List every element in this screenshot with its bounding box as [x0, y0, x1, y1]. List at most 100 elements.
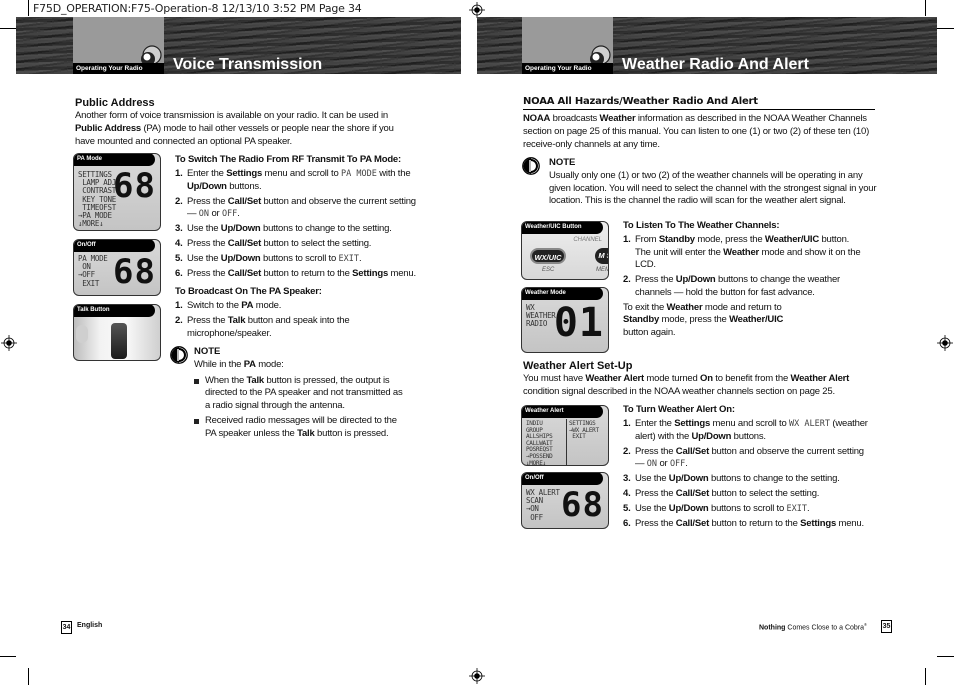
panel-label: On/Off: [74, 240, 155, 252]
text-run: Use the: [187, 223, 221, 234]
crop-mark: [937, 28, 954, 29]
bold-term: Call/Set: [675, 445, 710, 457]
text-run: You must have: [523, 373, 586, 384]
note-intro: While in the PA mode:: [194, 359, 404, 372]
bold-term: Weather: [666, 301, 703, 313]
text-run: Enter the: [635, 418, 675, 429]
lcd-panel-on-off: On/Off PA MODE ON →OFF EXIT 68: [73, 239, 161, 296]
note-weather: NOTE Usually only one (1) or two (2) of …: [522, 157, 877, 212]
bullet-item: Received radio messages will be directed…: [194, 415, 404, 440]
crop-mark: [925, 668, 926, 685]
step-number: 2.: [623, 445, 631, 457]
step-number: 3.: [175, 223, 183, 234]
bold-term: Up/Down: [187, 180, 227, 192]
text-run: Use the: [635, 473, 669, 484]
text-run: mode.: [253, 300, 282, 311]
switch-pa-steps: 1. Enter the Settings menu and scroll to …: [175, 168, 425, 281]
text-run: From: [635, 234, 659, 245]
registration-mark-icon: [469, 2, 485, 18]
bold-term: Call/Set: [227, 195, 262, 207]
text-run: .: [359, 253, 362, 264]
page-number: 34: [61, 621, 72, 634]
crop-mark: [937, 656, 954, 657]
step-item: 6. Press the Call/Set button to return to…: [175, 268, 425, 281]
text-run: buttons.: [731, 430, 766, 442]
page-title: Weather Radio And Alert: [622, 56, 809, 73]
bold-term: On: [700, 373, 713, 384]
lcd-menu-right: SETTINGS →WX ALERT EXIT: [569, 420, 599, 441]
step-number: 2.: [623, 274, 631, 285]
registered-mark: ®: [864, 622, 867, 627]
text-run: with the: [376, 168, 411, 179]
text-run: mode turned: [643, 373, 701, 384]
step-item: 1. From Standby mode, press the Weather/U…: [623, 234, 863, 272]
lcd-menu: SETTINGS LAMP ADJ CONTRAST KEY TONE TIME…: [78, 170, 116, 229]
panel-divider: [566, 419, 567, 465]
text-run: Press the: [635, 518, 676, 529]
esc-label: ESC: [542, 267, 555, 273]
bold-term: Settings: [800, 518, 837, 529]
note-title: NOTE: [549, 157, 576, 168]
section-heading: Weather Alert Set-Up: [523, 360, 633, 372]
bold-term: Talk: [297, 427, 315, 439]
bold-term: NOAA: [523, 113, 551, 124]
mem-label: MEM: [596, 267, 609, 273]
paragraph: NOAA broadcasts Weather information as d…: [523, 113, 875, 151]
step-item: 2. Press the Talk button and speak into t…: [175, 315, 405, 340]
crop-mark: [0, 28, 16, 29]
text-run: button to return to the: [261, 268, 353, 279]
note-icon: [522, 157, 540, 175]
text-run: buttons.: [226, 180, 262, 192]
photo-panel-weather-uic-button: Weather/UIC Button CHANNEL WX/UIC M S ES…: [521, 221, 609, 280]
step-item: 6. Press the Call/Set button to return to…: [623, 518, 873, 531]
bold-term: Weather: [723, 246, 760, 258]
text-run: buttons to scroll to: [708, 503, 787, 514]
crop-mark: [28, 668, 29, 685]
bold-term: Public Address: [75, 122, 142, 134]
bold-term: Weather/UIC: [729, 314, 784, 326]
text-run: or: [657, 458, 670, 469]
registration-mark-icon: [937, 335, 953, 351]
text-run: Press the: [187, 268, 228, 279]
channel-label: CHANNEL: [573, 237, 602, 243]
section-tab: Operating Your Radio: [73, 17, 164, 74]
text-run: Use the: [635, 503, 669, 514]
note-pa: NOTE While in the PA mode: When the Talk…: [170, 346, 405, 446]
text-run: Another form of voice transmission is av…: [75, 110, 388, 121]
subheading: To Switch The Radio From RF Transmit To …: [175, 154, 401, 165]
public-address-section: Public Address Another form of voice tra…: [75, 96, 415, 148]
bold-term: Call/Set: [227, 268, 262, 279]
footer-tagline: Nothing Comes Close to a Cobra®: [759, 622, 867, 631]
lcd-text: OFF: [669, 459, 686, 469]
step-number: 1.: [623, 234, 631, 245]
bold-term: Call/Set: [675, 518, 710, 529]
lcd-menu-left: INDIU GROUP ALLSHIPS CALLWAIT POSREQST →…: [526, 420, 553, 466]
bold-term: Call/Set: [227, 238, 262, 249]
subheading: To Listen To The Weather Channels:: [623, 220, 780, 231]
bold-term: Settings: [226, 168, 263, 179]
text-run: Press the: [187, 195, 228, 207]
step-item: 5. Use the Up/Down buttons to scroll to E…: [623, 503, 873, 516]
step-item: 1. Switch to the PA mode.: [175, 300, 405, 313]
step-number: 1.: [175, 300, 183, 311]
step-item: 3. Use the Up/Down buttons to change to t…: [175, 223, 425, 236]
tagline-bold: Nothing: [759, 624, 786, 632]
bold-term: Up/Down: [668, 503, 709, 514]
bold-term: Weather: [599, 113, 636, 124]
crop-mark: [28, 0, 29, 16]
broadcast-steps: 1. Switch to the PA mode. 2. Press the Talk…: [175, 300, 405, 340]
lcd-digits: 68: [113, 252, 156, 292]
lcd-digits: 01: [553, 300, 604, 346]
bullet-item: When the Talk button is pressed, the out…: [194, 375, 404, 413]
bold-term: Standby: [623, 314, 660, 326]
text-run: button again.: [623, 327, 676, 339]
talk-button-photo: [111, 323, 127, 359]
tagline-rest: Comes Close to a Cobra: [785, 624, 865, 632]
text-run: Use the: [187, 253, 221, 264]
broadcast-section: To Broadcast On The PA Speaker: 1. Switch…: [175, 285, 405, 343]
turn-on-steps: 1. Enter the Settings menu and scroll to …: [623, 418, 873, 531]
section-tab: Operating Your Radio: [522, 17, 613, 74]
step-number: 5.: [175, 253, 183, 264]
lcd-text: EXIT: [786, 504, 808, 514]
text-run: button to select the setting.: [709, 488, 820, 499]
